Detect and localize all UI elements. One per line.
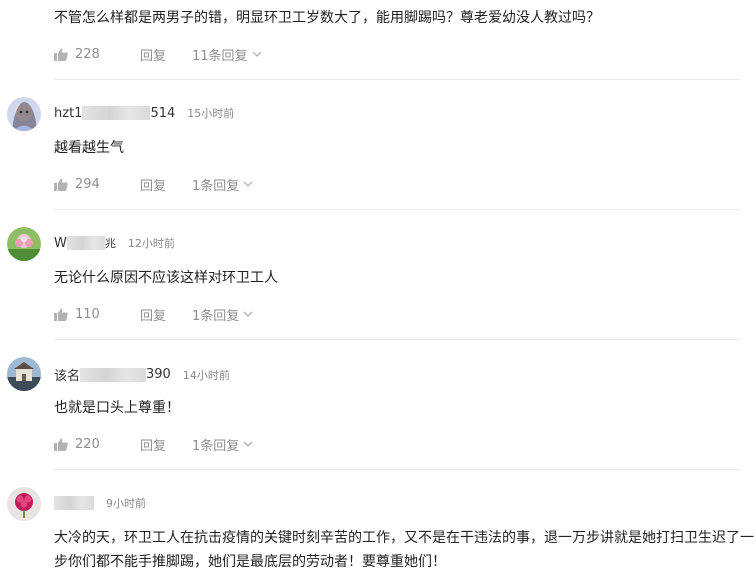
- username-suffix: 514: [150, 105, 176, 121]
- reply-button[interactable]: 回复: [140, 175, 192, 194]
- chevron-down-icon: [243, 441, 253, 447]
- replies-count: 1条回复: [192, 179, 240, 194]
- comment-actions: 294 回复 1条回复: [54, 175, 253, 194]
- comment-meta: hzt1 514 15小时前: [54, 105, 234, 121]
- comment-time: 12小时前: [127, 237, 175, 250]
- username[interactable]: 该名 390: [54, 365, 171, 384]
- reply-button[interactable]: 回复: [140, 435, 192, 454]
- view-replies-button[interactable]: 1条回复: [192, 435, 253, 454]
- username-redaction: [54, 496, 94, 510]
- comment-text: 越看越生气: [54, 140, 124, 156]
- username-redaction: [66, 236, 105, 250]
- replies-count: 1条回复: [192, 309, 240, 324]
- username[interactable]: W 兆: [54, 235, 116, 251]
- thumbs-up-icon: [54, 308, 68, 321]
- comment-actions: 110 回复 1条回复: [54, 305, 253, 324]
- reply-button[interactable]: 回复: [140, 45, 192, 64]
- username-prefix: W: [54, 235, 67, 251]
- username-prefix: 该名: [54, 369, 81, 384]
- divider: [54, 209, 740, 210]
- comment-time: 9小时前: [106, 497, 146, 510]
- thumbs-up-icon: [54, 48, 68, 61]
- avatar[interactable]: [7, 357, 41, 391]
- like-button[interactable]: 110: [54, 307, 140, 322]
- divider: [54, 339, 740, 340]
- like-count: 294: [75, 177, 100, 192]
- view-replies-button[interactable]: 1条回复: [192, 175, 253, 194]
- avatar[interactable]: [7, 97, 41, 131]
- username-redaction: [80, 367, 147, 382]
- avatar[interactable]: [7, 487, 41, 521]
- view-replies-button[interactable]: 1条回复: [192, 305, 253, 324]
- username-suffix: 390: [146, 367, 171, 382]
- view-replies-button[interactable]: 11条回复: [192, 45, 262, 64]
- divider: [54, 79, 740, 80]
- comment-actions: 220 回复 1条回复: [54, 435, 253, 454]
- comment-meta: W 兆 12小时前: [54, 235, 175, 251]
- replies-count: 11条回复: [192, 49, 248, 64]
- like-count: 220: [75, 437, 100, 452]
- like-button[interactable]: 228: [54, 47, 140, 62]
- like-count: 228: [75, 47, 100, 62]
- username-prefix: hzt1: [54, 105, 83, 121]
- comment-text: 无论什么原因不应该这样对环卫工人: [54, 270, 278, 286]
- chevron-down-icon: [243, 311, 253, 317]
- username-suffix: 兆: [104, 237, 116, 250]
- divider: [54, 469, 740, 470]
- comment-actions: 228 回复 11条回复: [54, 45, 262, 64]
- comment-text: 大冷的天，环卫工人在抗击疫情的关键时刻辛苦的工作，又不是在干违法的事，退一万步讲…: [54, 530, 754, 570]
- username[interactable]: hzt1 514: [54, 106, 175, 121]
- reply-button[interactable]: 回复: [140, 305, 192, 324]
- like-button[interactable]: 220: [54, 437, 140, 452]
- chevron-down-icon: [243, 181, 253, 187]
- avatar[interactable]: [7, 227, 41, 261]
- like-count: 110: [75, 307, 100, 322]
- chevron-down-icon: [252, 51, 262, 57]
- comment-time: 15小时前: [187, 107, 235, 120]
- comment-meta: 该名 390 14小时前: [54, 365, 230, 384]
- comment-text: 也就是口头上尊重！: [54, 400, 180, 416]
- comment-meta: 9小时前: [54, 495, 146, 511]
- thumbs-up-icon: [54, 178, 68, 191]
- username[interactable]: [54, 496, 94, 510]
- replies-count: 1条回复: [192, 439, 240, 454]
- username-redaction: [82, 106, 151, 120]
- comment-time: 14小时前: [182, 368, 230, 382]
- comment-text: 不管怎么样都是两男子的错，明显环卫工岁数大了，能用脚踢吗？尊老爱幼没人教过吗？: [54, 10, 600, 26]
- like-button[interactable]: 294: [54, 177, 140, 192]
- thumbs-up-icon: [54, 438, 68, 451]
